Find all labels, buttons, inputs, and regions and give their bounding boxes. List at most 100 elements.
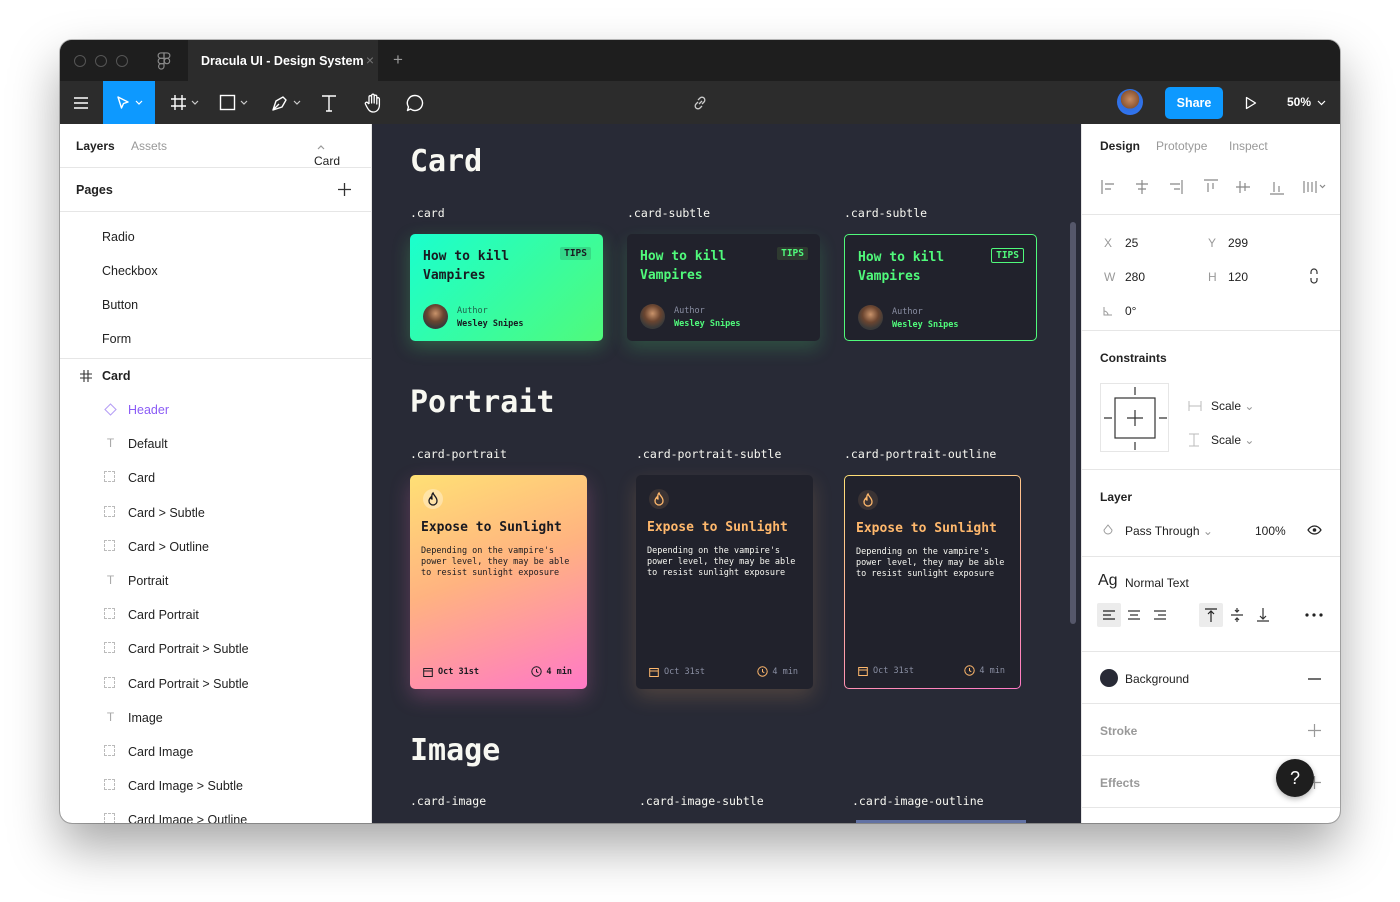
tab-assets[interactable]: Assets: [131, 139, 167, 153]
minimize-window-button[interactable]: [95, 55, 107, 67]
layer-item[interactable]: Header: [60, 393, 371, 427]
portrait-card-outline[interactable]: Expose to Sunlight Depending on the vamp…: [844, 475, 1021, 689]
align-right-icon[interactable]: [1148, 603, 1172, 627]
figma-logo-icon[interactable]: [157, 52, 171, 70]
pen-tool-button[interactable]: [265, 81, 307, 124]
tab-prototype[interactable]: Prototype: [1156, 139, 1207, 153]
new-tab-button[interactable]: +: [393, 50, 403, 70]
zoom-dropdown[interactable]: 50%: [1287, 95, 1326, 109]
x-field[interactable]: 25: [1125, 236, 1138, 250]
layer-item[interactable]: Card Image > Outline: [60, 803, 371, 823]
layer-item[interactable]: Card: [60, 461, 371, 495]
frame-tool-button[interactable]: [164, 81, 204, 124]
class-label: .card-image-subtle: [639, 794, 764, 808]
opacity-field[interactable]: 100%: [1255, 524, 1286, 538]
tab-layers[interactable]: Layers: [76, 139, 115, 153]
layer-item[interactable]: T Image: [60, 701, 371, 735]
layer-item[interactable]: Card Portrait > Subtle: [60, 667, 371, 701]
layer-item[interactable]: Card Image > Subtle: [60, 769, 371, 803]
hand-tool-button[interactable]: [360, 81, 386, 124]
constraint-widget[interactable]: [1100, 383, 1169, 452]
help-button[interactable]: ?: [1276, 759, 1314, 797]
zoom-window-button[interactable]: [116, 55, 128, 67]
fill-swatch[interactable]: [1100, 669, 1118, 687]
image-card-outline-edge: [856, 820, 1026, 823]
close-tab-icon[interactable]: ×: [366, 52, 374, 68]
copy-link-button[interactable]: [688, 81, 712, 124]
more-options-icon[interactable]: [1305, 613, 1323, 617]
page-item-button[interactable]: Button: [60, 288, 371, 322]
align-center-icon[interactable]: [1122, 603, 1146, 627]
share-button[interactable]: Share: [1165, 87, 1223, 119]
horizontal-constraint-icon: [1188, 401, 1202, 411]
constraint-vertical-select[interactable]: Scale ⌄: [1211, 433, 1254, 447]
y-field[interactable]: 299: [1228, 236, 1248, 250]
h-label: H: [1208, 270, 1217, 284]
page-item-radio[interactable]: Radio: [60, 220, 371, 254]
time-text: 4 min: [772, 666, 798, 677]
text-tool-button[interactable]: [316, 81, 342, 124]
blend-mode-select[interactable]: Pass Through ⌄: [1125, 524, 1213, 538]
layer-item[interactable]: Card Portrait: [60, 598, 371, 632]
constraint-horizontal-select[interactable]: Scale ⌄: [1211, 399, 1254, 413]
main-menu-button[interactable]: [60, 81, 102, 124]
user-avatar[interactable]: [1117, 89, 1143, 115]
align-left-button[interactable]: [1097, 603, 1121, 627]
remove-fill-icon[interactable]: [1308, 678, 1321, 680]
align-bottom-icon[interactable]: [1251, 603, 1275, 627]
add-page-icon[interactable]: [338, 183, 351, 196]
close-window-button[interactable]: [74, 55, 86, 67]
tab-design[interactable]: Design: [1100, 139, 1140, 153]
author-block: Author Wesley Snipes: [892, 306, 959, 332]
layer-item[interactable]: Card Portrait > Subtle: [60, 632, 371, 666]
constraints-section: Constraints Scale ⌄ Scale ⌄: [1082, 331, 1340, 470]
canvas[interactable]: Card .card .card-subtle .card-subtle How…: [372, 124, 1081, 823]
document-tab[interactable]: Dracula UI - Design System ×: [188, 40, 378, 81]
class-label: .card-image: [410, 794, 487, 808]
play-icon: [1245, 96, 1257, 109]
alignment-icons[interactable]: [1100, 178, 1332, 196]
time-text: 4 min: [979, 665, 1005, 676]
tab-inspect[interactable]: Inspect: [1229, 139, 1268, 153]
align-top-button[interactable]: [1199, 603, 1223, 627]
portrait-card-subtle[interactable]: Expose to Sunlight Depending on the vamp…: [636, 475, 813, 689]
add-stroke-icon[interactable]: [1308, 724, 1321, 737]
align-middle-icon[interactable]: [1225, 603, 1249, 627]
page-item-form[interactable]: Form: [60, 322, 371, 356]
layer-label: Card Image > Outline: [128, 813, 248, 823]
card-outline[interactable]: How to kill Vampires TIPS Author Wesley …: [844, 234, 1037, 341]
y-label: Y: [1208, 236, 1217, 250]
dashed-frame-icon: [104, 676, 117, 690]
layer-section: Layer Pass Through ⌄ 100%: [1082, 470, 1340, 557]
constrain-proportions-icon[interactable]: [1309, 268, 1319, 284]
layer-item[interactable]: Card > Subtle: [60, 496, 371, 530]
card-gradient[interactable]: How to kill Vampires TIPS Author Wesley …: [410, 234, 603, 341]
card-subtle[interactable]: How to kill Vampires TIPS Author Wesley …: [627, 234, 820, 341]
portrait-card-gradient[interactable]: Expose to Sunlight Depending on the vamp…: [410, 475, 587, 689]
shape-tool-button[interactable]: [212, 81, 254, 124]
layer-item[interactable]: T Default: [60, 427, 371, 461]
tips-badge: TIPS: [560, 247, 591, 260]
layer-title: Layer: [1100, 490, 1133, 504]
page-item-label: Button: [102, 298, 139, 312]
height-field[interactable]: 120: [1228, 270, 1248, 284]
layer-item[interactable]: Card Image: [60, 735, 371, 769]
layer-label: Card Image: [128, 745, 194, 759]
toolbar: Share 50%: [60, 81, 1340, 124]
text-style-select[interactable]: Normal Text: [1125, 576, 1189, 590]
layer-item[interactable]: T Portrait: [60, 564, 371, 598]
eye-icon[interactable]: [1307, 525, 1322, 535]
comment-tool-button[interactable]: [402, 81, 428, 124]
page-selector[interactable]: Card: [314, 139, 340, 168]
layer-frame-card[interactable]: Card: [60, 359, 371, 393]
present-button[interactable]: [1240, 81, 1262, 124]
rotation-field[interactable]: 0°: [1125, 304, 1136, 318]
move-tool-button[interactable]: [103, 81, 155, 124]
page-item-checkbox[interactable]: Checkbox: [60, 254, 371, 288]
date-meta: Oct 31st: [423, 667, 479, 677]
layer-label: Card Image > Subtle: [128, 779, 243, 794]
width-field[interactable]: 280: [1125, 270, 1145, 284]
canvas-scrollbar[interactable]: [1070, 222, 1076, 624]
fill-style-name[interactable]: Background: [1125, 672, 1189, 686]
layer-item[interactable]: Card > Outline: [60, 530, 371, 564]
